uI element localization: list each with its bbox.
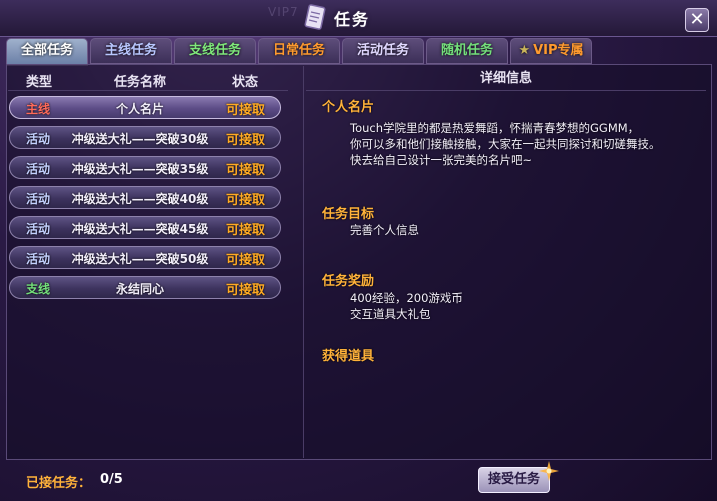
quest-type: 活动 (26, 252, 51, 266)
tab-label: 随机任务 (440, 43, 493, 58)
sparkle-icon (539, 461, 559, 481)
quest-list-row[interactable]: 支线 永结同心 可接取 (9, 276, 281, 299)
tab-4[interactable]: 活动任务 (342, 38, 424, 64)
quest-status: 可接取 (226, 223, 266, 238)
tab-label: 活动任务 (356, 43, 409, 58)
star-icon: ★ (518, 43, 531, 58)
description-line: 你可以多和他们接触接触，大家在一起共同探讨和切磋舞技。 (350, 137, 661, 151)
quest-list-row[interactable]: 活动 冲级送大礼——突破45级 可接取 (9, 216, 281, 239)
quest-type: 活动 (26, 132, 51, 146)
tab-label: 主线任务 (104, 43, 157, 58)
quest-type: 支线 (26, 282, 51, 296)
quest-reward-title: 任务奖励 (322, 274, 375, 289)
quest-name-title: 个人名片 (322, 100, 375, 115)
title-bar[interactable]: VIP7 任务 ✕ (0, 0, 717, 37)
background-vip-text: VIP7 (268, 5, 299, 19)
accepted-quests-label: 已接任务： (26, 476, 92, 491)
tab-3[interactable]: 日常任务 (258, 38, 340, 64)
quest-name: 冲级送大礼——突破35级 (71, 162, 209, 176)
reward-line: 400经验，200游戏币 (350, 291, 463, 305)
tab-2[interactable]: 支线任务 (174, 38, 256, 64)
quest-list-header: 类型 任务名称 状态 (8, 68, 288, 91)
tab-1[interactable]: 主线任务 (90, 38, 172, 64)
quest-type: 主线 (26, 102, 51, 116)
tab-5[interactable]: 随机任务 (426, 38, 508, 64)
quest-description: Touch学院里的都是热爱舞蹈，怀揣青春梦想的GGMM， 你可以多和他们接触接触… (350, 120, 661, 168)
obtained-items-title: 获得道具 (322, 349, 375, 364)
description-line: Touch学院里的都是热爱舞蹈，怀揣青春梦想的GGMM， (350, 121, 640, 135)
quest-detail-panel: 详细信息 个人名片 Touch学院里的都是热爱舞蹈，怀揣青春梦想的GGMM， 你… (306, 66, 710, 458)
quest-reward-list: 400经验，200游戏币 交互道具大礼包 (350, 290, 463, 322)
quest-list-row[interactable]: 活动 冲级送大礼——突破30级 可接取 (9, 126, 281, 149)
tab-label: 日常任务 (272, 43, 325, 58)
column-header-type: 类型 (26, 75, 53, 90)
quest-list-row[interactable]: 活动 冲级送大礼——突破50级 可接取 (9, 246, 281, 269)
quest-list-row[interactable]: 主线 个人名片 可接取 (9, 96, 281, 119)
quest-name: 冲级送大礼——突破45级 (71, 222, 209, 236)
quest-list-row[interactable]: 活动 冲级送大礼——突破40级 可接取 (9, 186, 281, 209)
quest-list-row[interactable]: 活动 冲级送大礼——突破35级 可接取 (9, 156, 281, 179)
quest-status: 可接取 (226, 283, 266, 298)
quest-window: VIP7 任务 ✕ 全部任务 主线任务 支线任务 日常任务 活动任务 随机任务 ★ VIP专属… (0, 0, 717, 501)
quest-tabs: 全部任务 主线任务 支线任务 日常任务 活动任务 随机任务 ★ VIP专属 (6, 38, 592, 66)
description-line: 快去给自己设计一张完美的名片吧~ (350, 153, 533, 167)
column-header-status: 状态 (232, 75, 259, 90)
quest-status: 可接取 (226, 103, 266, 118)
quest-scroll-icon (304, 4, 326, 30)
tab-label: 支线任务 (188, 43, 241, 58)
close-icon: ✕ (689, 9, 705, 30)
quest-status: 可接取 (226, 163, 266, 178)
quest-status: 可接取 (226, 253, 266, 268)
detail-header: 详细信息 (306, 68, 706, 91)
quest-name: 冲级送大礼——突破50级 (71, 252, 209, 266)
quest-name: 个人名片 (115, 102, 164, 116)
tab-label: VIP专属 (533, 43, 584, 58)
panel-divider (303, 66, 304, 458)
quest-name: 永结同心 (115, 282, 164, 296)
quest-name: 冲级送大礼——突破30级 (71, 132, 209, 146)
accepted-quests-count: 0/5 (100, 472, 123, 487)
quest-list-panel: 类型 任务名称 状态 主线 个人名片 可接取 活动 冲级送大礼——突破30级 可接取 活动冲… (8, 66, 288, 458)
quest-status: 可接取 (226, 193, 266, 208)
tab-6[interactable]: ★ VIP专属 (510, 38, 592, 64)
quest-goal-title: 任务目标 (322, 207, 375, 222)
tab-0[interactable]: 全部任务 (6, 38, 88, 66)
tab-label: 全部任务 (20, 43, 73, 58)
quest-status: 可接取 (226, 133, 266, 148)
close-button[interactable]: ✕ (685, 8, 709, 32)
quest-type: 活动 (26, 222, 51, 236)
quest-type: 活动 (26, 162, 51, 176)
column-header-name: 任务名称 (114, 75, 167, 90)
quest-goal-text: 完善个人信息 (350, 223, 419, 237)
window-title: 任务 (334, 10, 371, 29)
footer-bar: 已接任务： 0/5 接受任务 (0, 460, 717, 501)
quest-type: 活动 (26, 192, 51, 206)
quest-name: 冲级送大礼——突破40级 (71, 192, 209, 206)
reward-line: 交互道具大礼包 (350, 307, 431, 321)
